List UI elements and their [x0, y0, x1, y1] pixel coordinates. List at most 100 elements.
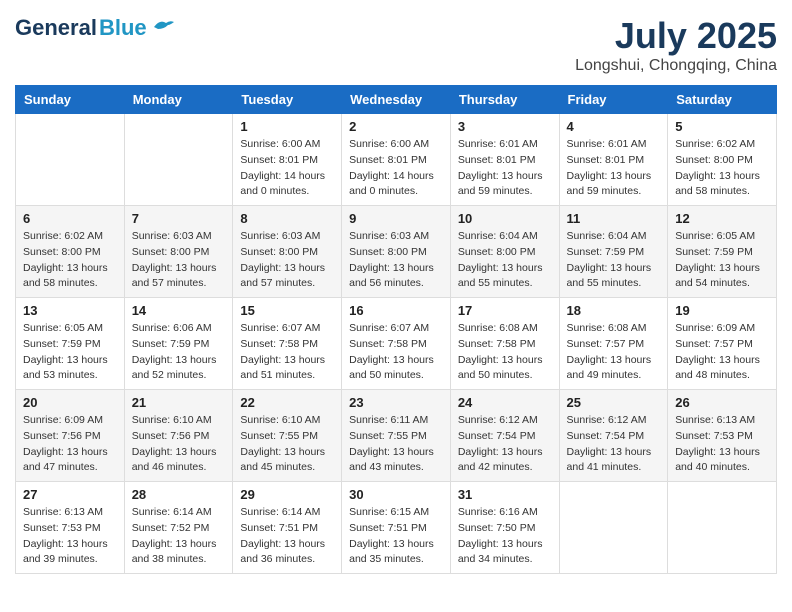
logo-general: General: [15, 15, 97, 41]
day-info: Sunrise: 6:09 AM Sunset: 7:56 PM Dayligh…: [23, 413, 117, 476]
day-info: Sunrise: 6:02 AM Sunset: 8:00 PM Dayligh…: [675, 137, 769, 200]
day-info: Sunrise: 6:02 AM Sunset: 8:00 PM Dayligh…: [23, 229, 117, 292]
day-number: 14: [132, 303, 226, 318]
calendar-cell: 17 Sunrise: 6:08 AM Sunset: 7:58 PM Dayli…: [450, 298, 559, 390]
calendar-cell: 13Sunrise: 6:05 AM Sunset: 7:59 PM Dayli…: [16, 298, 125, 390]
day-info: Sunrise: 6:05 AM Sunset: 7:59 PM Dayligh…: [675, 229, 769, 292]
header-saturday: Saturday: [668, 86, 777, 114]
location-title: Longshui, Chongqing, China: [575, 57, 777, 75]
header-tuesday: Tuesday: [233, 86, 342, 114]
day-info: Sunrise: 6:03 AM Sunset: 8:00 PM Dayligh…: [132, 229, 226, 292]
day-info: Sunrise: 6:13 AM Sunset: 7:53 PM Dayligh…: [675, 413, 769, 476]
day-info: Sunrise: 6:03 AM Sunset: 8:00 PM Dayligh…: [349, 229, 443, 292]
calendar-week-row: 13Sunrise: 6:05 AM Sunset: 7:59 PM Dayli…: [16, 298, 777, 390]
header-sunday: Sunday: [16, 86, 125, 114]
day-number: 25: [567, 395, 661, 410]
day-number: 7: [132, 211, 226, 226]
day-number: 12: [675, 211, 769, 226]
header-wednesday: Wednesday: [342, 86, 451, 114]
day-info: Sunrise: 6:00 AM Sunset: 8:01 PM Dayligh…: [349, 137, 443, 200]
day-number: 27: [23, 487, 117, 502]
calendar-cell: 1 Sunrise: 6:00 AM Sunset: 8:01 PM Daylig…: [233, 114, 342, 206]
calendar-cell: 27 Sunrise: 6:13 AM Sunset: 7:53 PM Dayli…: [16, 482, 125, 574]
day-info: Sunrise: 6:10 AM Sunset: 7:55 PM Dayligh…: [240, 413, 334, 476]
day-number: 8: [240, 211, 334, 226]
calendar-cell: 28 Sunrise: 6:14 AM Sunset: 7:52 PM Dayli…: [124, 482, 233, 574]
calendar-header-row: SundayMondayTuesdayWednesdayThursdayFrid…: [16, 86, 777, 114]
day-info: Sunrise: 6:16 AM Sunset: 7:50 PM Dayligh…: [458, 505, 552, 568]
day-info: Sunrise: 6:11 AM Sunset: 7:55 PM Dayligh…: [349, 413, 443, 476]
day-info: Sunrise: 6:04 AM Sunset: 8:00 PM Dayligh…: [458, 229, 552, 292]
day-info: Sunrise: 6:03 AM Sunset: 8:00 PM Dayligh…: [240, 229, 334, 292]
day-info: Sunrise: 6:08 AM Sunset: 7:57 PM Dayligh…: [567, 321, 661, 384]
month-title: July 2025: [575, 15, 777, 57]
day-info: Sunrise: 6:10 AM Sunset: 7:56 PM Dayligh…: [132, 413, 226, 476]
calendar-cell: 22 Sunrise: 6:10 AM Sunset: 7:55 PM Dayli…: [233, 390, 342, 482]
logo-blue: Blue: [99, 15, 147, 41]
day-number: 19: [675, 303, 769, 318]
day-info: Sunrise: 6:14 AM Sunset: 7:52 PM Dayligh…: [132, 505, 226, 568]
day-number: 23: [349, 395, 443, 410]
day-info: Sunrise: 6:07 AM Sunset: 7:58 PM Dayligh…: [349, 321, 443, 384]
day-number: 11: [567, 211, 661, 226]
day-info: Sunrise: 6:12 AM Sunset: 7:54 PM Dayligh…: [567, 413, 661, 476]
calendar-cell: 5 Sunrise: 6:02 AM Sunset: 8:00 PM Daylig…: [668, 114, 777, 206]
title-area: July 2025 Longshui, Chongqing, China: [575, 15, 777, 75]
day-number: 15: [240, 303, 334, 318]
calendar-week-row: 20Sunrise: 6:09 AM Sunset: 7:56 PM Dayli…: [16, 390, 777, 482]
calendar-cell: 26 Sunrise: 6:13 AM Sunset: 7:53 PM Dayli…: [668, 390, 777, 482]
day-info: Sunrise: 6:15 AM Sunset: 7:51 PM Dayligh…: [349, 505, 443, 568]
calendar-cell: 7 Sunrise: 6:03 AM Sunset: 8:00 PM Daylig…: [124, 206, 233, 298]
day-number: 17: [458, 303, 552, 318]
calendar-cell: 12 Sunrise: 6:05 AM Sunset: 7:59 PM Dayli…: [668, 206, 777, 298]
day-info: Sunrise: 6:04 AM Sunset: 7:59 PM Dayligh…: [567, 229, 661, 292]
calendar-cell: 2 Sunrise: 6:00 AM Sunset: 8:01 PM Daylig…: [342, 114, 451, 206]
calendar-cell: 11 Sunrise: 6:04 AM Sunset: 7:59 PM Dayli…: [559, 206, 668, 298]
day-number: 26: [675, 395, 769, 410]
calendar-cell: 16 Sunrise: 6:07 AM Sunset: 7:58 PM Dayli…: [342, 298, 451, 390]
calendar-cell: 6 Sunrise: 6:02 AM Sunset: 8:00 PM Daylig…: [16, 206, 125, 298]
day-info: Sunrise: 6:08 AM Sunset: 7:58 PM Dayligh…: [458, 321, 552, 384]
day-number: 1: [240, 119, 334, 134]
day-number: 2: [349, 119, 443, 134]
calendar-cell: 25 Sunrise: 6:12 AM Sunset: 7:54 PM Dayli…: [559, 390, 668, 482]
logo-bird-icon: [152, 17, 174, 35]
day-number: 28: [132, 487, 226, 502]
calendar-cell: 24 Sunrise: 6:12 AM Sunset: 7:54 PM Dayli…: [450, 390, 559, 482]
day-number: 21: [132, 395, 226, 410]
calendar-cell: 21 Sunrise: 6:10 AM Sunset: 7:56 PM Dayli…: [124, 390, 233, 482]
calendar-cell: 10Sunrise: 6:04 AM Sunset: 8:00 PM Dayli…: [450, 206, 559, 298]
day-number: 22: [240, 395, 334, 410]
day-number: 30: [349, 487, 443, 502]
calendar-cell: 19Sunrise: 6:09 AM Sunset: 7:57 PM Dayli…: [668, 298, 777, 390]
calendar-cell: [559, 482, 668, 574]
day-number: 6: [23, 211, 117, 226]
day-number: 5: [675, 119, 769, 134]
calendar-cell: 30 Sunrise: 6:15 AM Sunset: 7:51 PM Dayli…: [342, 482, 451, 574]
calendar-cell: 29 Sunrise: 6:14 AM Sunset: 7:51 PM Dayli…: [233, 482, 342, 574]
calendar-table: SundayMondayTuesdayWednesdayThursdayFrid…: [15, 85, 777, 574]
calendar-cell: 15 Sunrise: 6:07 AM Sunset: 7:58 PM Dayli…: [233, 298, 342, 390]
day-number: 29: [240, 487, 334, 502]
day-number: 3: [458, 119, 552, 134]
day-number: 9: [349, 211, 443, 226]
calendar-cell: 9 Sunrise: 6:03 AM Sunset: 8:00 PM Daylig…: [342, 206, 451, 298]
calendar-week-row: 1 Sunrise: 6:00 AM Sunset: 8:01 PM Daylig…: [16, 114, 777, 206]
calendar-week-row: 27 Sunrise: 6:13 AM Sunset: 7:53 PM Dayli…: [16, 482, 777, 574]
day-number: 4: [567, 119, 661, 134]
day-info: Sunrise: 6:12 AM Sunset: 7:54 PM Dayligh…: [458, 413, 552, 476]
day-number: 16: [349, 303, 443, 318]
day-number: 18: [567, 303, 661, 318]
day-info: Sunrise: 6:07 AM Sunset: 7:58 PM Dayligh…: [240, 321, 334, 384]
day-info: Sunrise: 6:13 AM Sunset: 7:53 PM Dayligh…: [23, 505, 117, 568]
calendar-cell: 18 Sunrise: 6:08 AM Sunset: 7:57 PM Dayli…: [559, 298, 668, 390]
calendar-cell: 4Sunrise: 6:01 AM Sunset: 8:01 PM Daylig…: [559, 114, 668, 206]
calendar-cell: [16, 114, 125, 206]
day-info: Sunrise: 6:00 AM Sunset: 8:01 PM Dayligh…: [240, 137, 334, 200]
calendar-cell: 8 Sunrise: 6:03 AM Sunset: 8:00 PM Daylig…: [233, 206, 342, 298]
day-number: 24: [458, 395, 552, 410]
day-info: Sunrise: 6:06 AM Sunset: 7:59 PM Dayligh…: [132, 321, 226, 384]
day-info: Sunrise: 6:14 AM Sunset: 7:51 PM Dayligh…: [240, 505, 334, 568]
header-friday: Friday: [559, 86, 668, 114]
calendar-cell: 20Sunrise: 6:09 AM Sunset: 7:56 PM Dayli…: [16, 390, 125, 482]
